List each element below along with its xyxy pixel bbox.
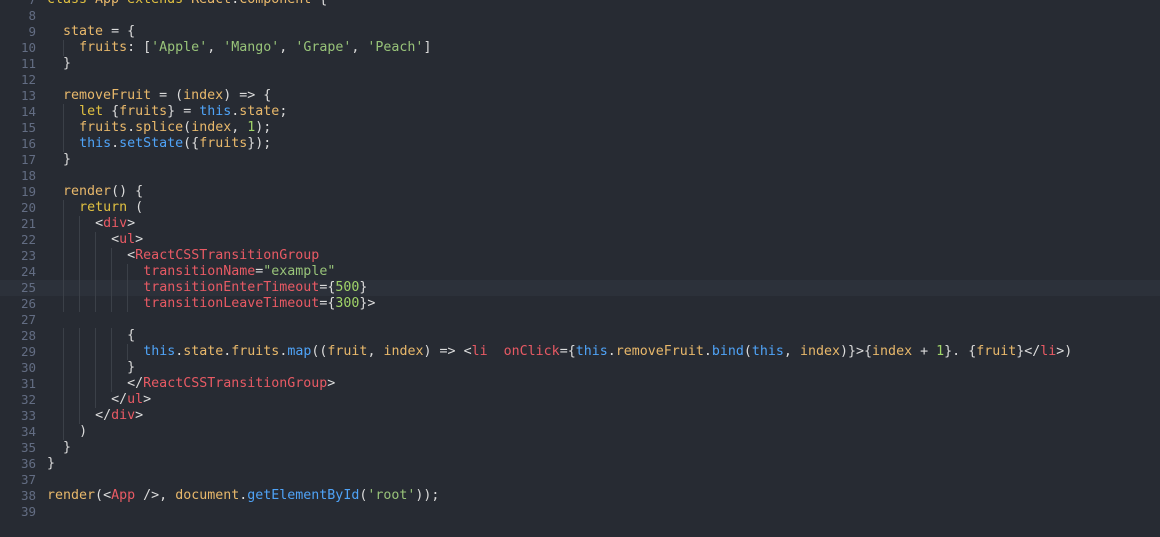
code-text: <div> (95, 216, 136, 231)
code-text: fruits.splice(index, 1); (79, 120, 272, 135)
code-editor[interactable]: 7 class App extends React.Component { 89 s… (0, 0, 1160, 537)
code-text: <ul> (111, 232, 144, 247)
code-line[interactable]: 20 return ( (0, 200, 1160, 216)
line-number: 20 (20, 200, 36, 215)
code-line[interactable]: 11 } (0, 56, 1160, 72)
code-line[interactable]: 33 </div> (0, 408, 1160, 424)
code-line[interactable]: 32 </ul> (0, 392, 1160, 408)
code-line[interactable]: 27 (0, 312, 1160, 328)
code-text: </ul> (111, 392, 152, 407)
line-number: 8 (28, 8, 36, 23)
line-number: 38 (20, 488, 36, 503)
code-line[interactable]: 25 transitionEnterTimeout={500} (0, 280, 1160, 296)
line-number: 13 (20, 88, 36, 103)
line-number: 14 (20, 104, 36, 119)
code-text: } (63, 152, 72, 167)
line-number: 31 (20, 376, 36, 391)
line-number: 30 (20, 360, 36, 375)
line-number: 18 (20, 168, 36, 183)
line-number: 16 (20, 136, 36, 151)
code-line[interactable]: 34 ) (0, 424, 1160, 440)
code-line[interactable]: 31 </ReactCSSTransitionGroup> (0, 376, 1160, 392)
code-text: let {fruits} = this.state; (79, 104, 288, 119)
code-text: ) (79, 424, 88, 439)
line-number: 33 (20, 408, 36, 423)
line-number: 9 (28, 24, 36, 39)
line-number: 27 (20, 312, 36, 327)
line-number: 7 (0, 0, 36, 8)
code-line[interactable]: 14 let {fruits} = this.state; (0, 104, 1160, 120)
line-number: 34 (20, 424, 36, 439)
line-number: 19 (20, 184, 36, 199)
code-line[interactable]: 7 class App extends React.Component { (0, 0, 1160, 8)
code-line[interactable]: 24 transitionName="example" (0, 264, 1160, 280)
code-text: } (47, 456, 56, 471)
code-text: class App extends React.Component { (47, 0, 327, 8)
code-line[interactable]: 39 (0, 504, 1160, 520)
line-number: 12 (20, 72, 36, 87)
code-line[interactable]: 36} (0, 456, 1160, 472)
line-number: 10 (20, 40, 36, 55)
line-number: 11 (20, 56, 36, 71)
code-text: } (127, 360, 136, 375)
code-line[interactable]: 15 fruits.splice(index, 1); (0, 120, 1160, 136)
line-number: 35 (20, 440, 36, 455)
line-number: 28 (20, 328, 36, 343)
code-text: <ReactCSSTransitionGroup (127, 248, 320, 263)
code-line[interactable]: 38 render(<App />, document.getElementByI… (0, 488, 1160, 504)
code-line[interactable]: 19 render() { (0, 184, 1160, 200)
code-text: </div> (95, 408, 144, 423)
code-text: fruits: ['Apple', 'Mango', 'Grape', 'Pea… (79, 40, 432, 55)
code-line[interactable]: 30 } (0, 360, 1160, 376)
code-area[interactable]: 7 class App extends React.Component { 89 s… (0, 0, 1160, 520)
code-text: return ( (79, 200, 144, 215)
code-line[interactable]: 9 state = { (0, 24, 1160, 40)
line-number: 21 (20, 216, 36, 231)
code-line[interactable]: 28 { (0, 328, 1160, 344)
code-line[interactable]: 22 <ul> (0, 232, 1160, 248)
code-text: this.setState({fruits}); (79, 136, 272, 151)
code-line[interactable]: 29 this.state.fruits.map((fruit, index) … (0, 344, 1160, 360)
line-number: 25 (20, 280, 36, 295)
line-number: 32 (20, 392, 36, 407)
line-number: 24 (20, 264, 36, 279)
code-text: state = { (63, 24, 136, 39)
code-text: this.state.fruits.map((fruit, index) => … (143, 344, 1073, 359)
code-line[interactable]: 8 (0, 8, 1160, 24)
line-number: 23 (20, 248, 36, 263)
code-text: render() { (63, 184, 144, 199)
line-number: 36 (20, 456, 36, 471)
code-text: transitionLeaveTimeout={300}> (143, 296, 376, 311)
code-text: } (63, 440, 72, 455)
line-number: 15 (20, 120, 36, 135)
code-line[interactable]: 18 (0, 168, 1160, 184)
code-line[interactable]: 10 fruits: ['Apple', 'Mango', 'Grape', '… (0, 40, 1160, 56)
code-line[interactable]: 26 transitionLeaveTimeout={300}> (0, 296, 1160, 312)
line-number: 17 (20, 152, 36, 167)
line-number: 26 (20, 296, 36, 311)
line-number: 29 (20, 344, 36, 359)
code-text: removeFruit = (index) => { (63, 88, 272, 103)
code-line[interactable]: 21 <div> (0, 216, 1160, 232)
line-number: 37 (20, 472, 36, 487)
code-text: { (127, 328, 136, 343)
code-text: transitionEnterTimeout={500} (143, 280, 368, 295)
code-line[interactable]: 35 } (0, 440, 1160, 456)
line-number: 39 (20, 504, 36, 519)
code-text: </ReactCSSTransitionGroup> (127, 376, 336, 391)
code-line[interactable]: 17 } (0, 152, 1160, 168)
line-number: 22 (20, 232, 36, 247)
code-line[interactable]: 13 removeFruit = (index) => { (0, 88, 1160, 104)
code-line[interactable]: 16 this.setState({fruits}); (0, 136, 1160, 152)
code-text: transitionName="example" (143, 264, 336, 279)
code-line[interactable]: 12 (0, 72, 1160, 88)
code-text: render(<App />, document.getElementById(… (47, 488, 440, 503)
code-line[interactable]: 37 (0, 472, 1160, 488)
code-line[interactable]: 23 <ReactCSSTransitionGroup (0, 248, 1160, 264)
code-text: } (63, 56, 72, 71)
